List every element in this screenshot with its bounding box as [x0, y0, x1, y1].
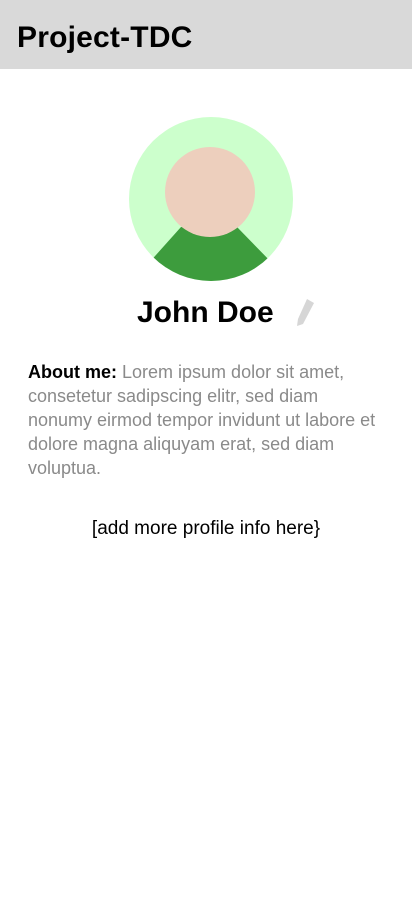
more-profile-info-placeholder: [add more profile info here}: [91, 518, 321, 539]
profile-page: Project-TDC John Doe About me: Lorem ips…: [0, 0, 412, 917]
app-header: Project-TDC: [0, 0, 412, 69]
app-title: Project-TDC: [17, 21, 193, 54]
profile-name: John Doe: [137, 296, 274, 329]
about-me-section: About me: Lorem ipsum dolor sit amet, co…: [28, 360, 378, 480]
profile-name-row: John Doe: [0, 290, 412, 336]
user-avatar-icon: [129, 117, 293, 281]
about-me-label: About me:: [28, 362, 117, 382]
pencil-icon[interactable]: [294, 296, 318, 326]
